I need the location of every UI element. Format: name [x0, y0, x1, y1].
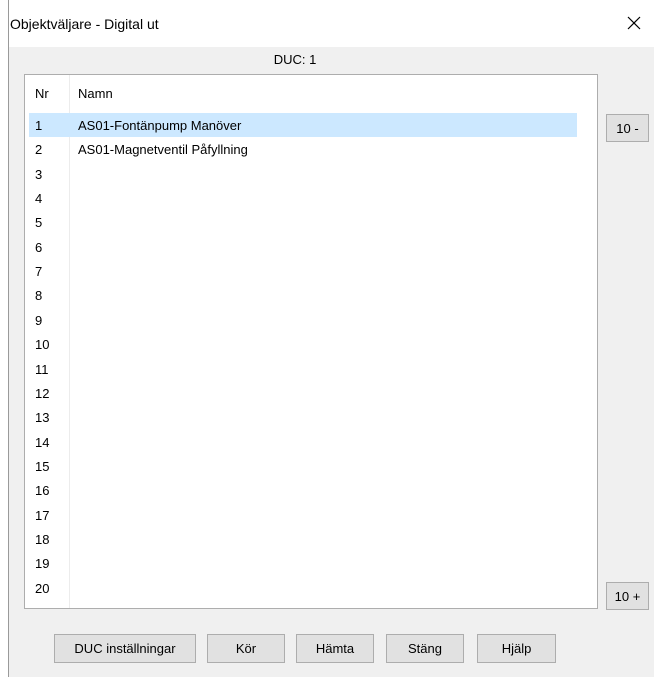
duc-label: DUC: 1	[273, 52, 317, 67]
next-10-button[interactable]: 10 +	[606, 582, 649, 610]
object-selector-dialog: Objektväljare - Digital ut DUC: 1 Nr Nam…	[9, 0, 654, 677]
table-row[interactable]: 15	[25, 454, 597, 478]
fetch-button[interactable]: Hämta	[296, 634, 374, 663]
close-button[interactable]	[617, 6, 651, 40]
table-row[interactable]: 6	[25, 235, 597, 259]
row-number: 2	[35, 142, 43, 158]
table-row[interactable]: 9	[25, 308, 597, 332]
row-number: 14	[35, 434, 50, 450]
row-name: AS01-Fontänpump Manöver	[78, 118, 242, 133]
row-number: 15	[35, 458, 50, 474]
row-number: 9	[35, 312, 43, 328]
row-number: 8	[35, 288, 43, 304]
column-header-nr[interactable]: Nr	[35, 86, 49, 101]
close-icon	[627, 16, 641, 30]
row-number: 7	[35, 264, 43, 280]
row-number: 17	[35, 507, 50, 523]
row-number: 20	[35, 580, 50, 596]
row-number: 10	[35, 337, 50, 353]
table-row[interactable]: 3	[25, 162, 597, 186]
title-bar: Objektväljare - Digital ut	[9, 0, 654, 47]
table-row[interactable]: 1 AS01-Fontänpump Manöver	[25, 113, 597, 137]
table-row[interactable]: 7	[25, 259, 597, 283]
table-row[interactable]: 5	[25, 210, 597, 234]
previous-10-button[interactable]: 10 -	[606, 114, 649, 142]
table-row[interactable]: 19	[25, 551, 597, 575]
table-row[interactable]: 20	[25, 576, 597, 600]
table-row[interactable]: 4	[25, 186, 597, 210]
row-number: 18	[35, 531, 50, 547]
help-button[interactable]: Hjälp	[477, 634, 556, 663]
table-row[interactable]: 14	[25, 430, 597, 454]
table-row[interactable]: 13	[25, 405, 597, 429]
table-row[interactable]: 2 AS01-Magnetventil Påfyllning	[25, 137, 597, 161]
row-number: 11	[35, 361, 49, 377]
row-name: AS01-Magnetventil Påfyllning	[78, 142, 248, 158]
table-row[interactable]: 12	[25, 381, 597, 405]
row-number: 1	[35, 118, 43, 133]
duc-settings-button[interactable]: DUC inställningar	[54, 634, 196, 663]
table-row[interactable]: 17	[25, 503, 597, 527]
object-list[interactable]: Nr Namn 1 AS01-Fontänpump Manöver 2 AS01-Ma…	[24, 74, 598, 609]
run-button[interactable]: Kör	[207, 634, 285, 663]
row-number: 12	[35, 385, 50, 401]
window-title: Objektväljare - Digital ut	[10, 16, 159, 32]
row-number: 13	[35, 410, 50, 426]
row-number: 4	[35, 191, 43, 207]
row-number: 3	[35, 166, 43, 182]
table-row[interactable]: 10	[25, 332, 597, 356]
table-row[interactable]: 18	[25, 527, 597, 551]
row-number: 16	[35, 483, 50, 499]
column-header-namn[interactable]: Namn	[78, 86, 113, 101]
table-row[interactable]: 8	[25, 283, 597, 307]
row-number: 19	[35, 556, 50, 572]
row-number: 5	[35, 215, 43, 231]
close-dialog-button[interactable]: Stäng	[386, 634, 464, 663]
table-row[interactable]: 16	[25, 478, 597, 502]
list-header: Nr Namn	[25, 83, 597, 103]
table-row[interactable]: 11	[25, 357, 597, 381]
row-number: 6	[35, 239, 43, 255]
